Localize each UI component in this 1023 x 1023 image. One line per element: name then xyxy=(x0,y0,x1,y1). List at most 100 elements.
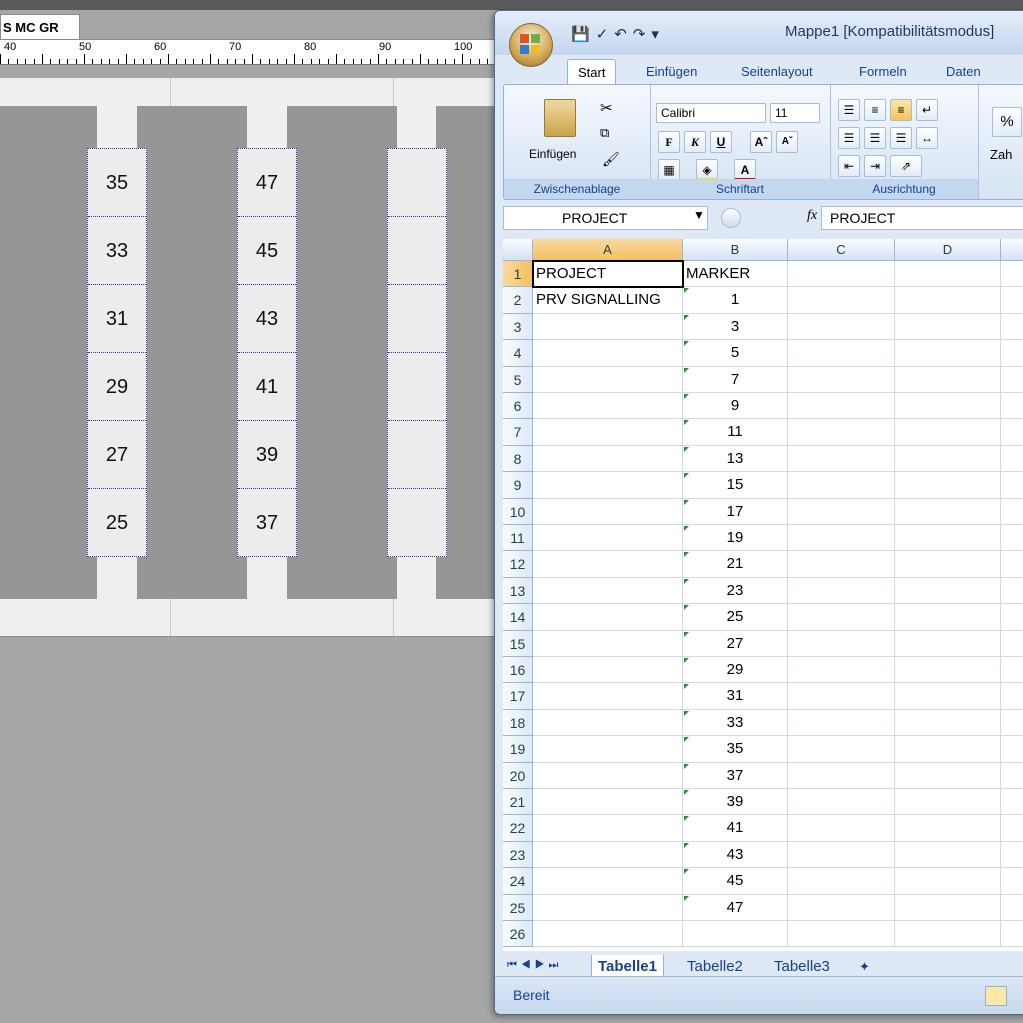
cell-c[interactable] xyxy=(788,419,895,446)
cell-b[interactable]: 9 xyxy=(683,393,788,420)
sheet-navigation-icon[interactable]: ⏮◀▶⏭ xyxy=(507,959,562,972)
cell-b[interactable]: 23 xyxy=(683,577,788,605)
cell-b[interactable]: 27 xyxy=(683,630,788,657)
cell-a[interactable] xyxy=(533,894,683,921)
cell-a[interactable] xyxy=(533,498,683,525)
cell-b[interactable] xyxy=(683,921,788,948)
cell-b[interactable]: 3 xyxy=(683,313,788,341)
orientation-icon[interactable]: ⇗ xyxy=(890,155,922,177)
row-header[interactable]: 8 xyxy=(503,445,533,473)
marker-strip[interactable] xyxy=(387,148,447,557)
row-header[interactable]: 20 xyxy=(503,762,533,789)
cut-icon[interactable]: ✂ xyxy=(600,99,613,117)
percent-button[interactable]: % xyxy=(992,107,1022,137)
cell-b[interactable]: 37 xyxy=(683,762,788,789)
cell-a[interactable] xyxy=(533,630,683,657)
column-header-d[interactable]: D xyxy=(895,239,1001,261)
cell-c[interactable] xyxy=(788,709,895,737)
marker-cell[interactable] xyxy=(388,285,446,353)
marker-cell[interactable] xyxy=(388,149,446,217)
row-header[interactable]: 4 xyxy=(503,340,533,367)
cell-e[interactable] xyxy=(1001,578,1023,605)
cell-c[interactable] xyxy=(788,445,895,473)
marker-cell[interactable] xyxy=(388,217,446,285)
cell-c[interactable] xyxy=(788,789,895,816)
marker-cell[interactable]: 33 xyxy=(88,217,146,285)
cell-e[interactable] xyxy=(1001,499,1023,525)
row-header[interactable]: 13 xyxy=(503,577,533,605)
row-header[interactable]: 16 xyxy=(503,657,533,684)
cell-b[interactable]: 21 xyxy=(683,551,788,578)
cell-e[interactable] xyxy=(1001,419,1023,446)
cell-e[interactable] xyxy=(1001,683,1023,710)
cell-c[interactable] xyxy=(788,868,895,895)
cell-a[interactable] xyxy=(533,472,683,499)
cell-c[interactable] xyxy=(788,261,895,288)
cell-c[interactable] xyxy=(788,340,895,367)
cell-e[interactable] xyxy=(1001,842,1023,869)
align-top-icon[interactable]: ☰ xyxy=(838,99,860,121)
cell-e[interactable] xyxy=(1001,525,1023,552)
align-center-icon[interactable]: ☰ xyxy=(864,127,886,149)
grow-font-icon[interactable]: Aˆ xyxy=(750,131,772,153)
cell-d[interactable] xyxy=(895,630,1001,657)
cell-e[interactable] xyxy=(1001,631,1023,657)
cell-b[interactable]: 29 xyxy=(683,657,788,684)
cell-e[interactable] xyxy=(1001,551,1023,578)
cell-a[interactable] xyxy=(533,419,683,446)
cell-e[interactable] xyxy=(1001,472,1023,499)
paste-button-label[interactable]: Einfügen xyxy=(529,147,576,161)
cell-a[interactable] xyxy=(533,815,683,842)
decrease-indent-icon[interactable]: ⇤ xyxy=(838,155,860,177)
cell-e[interactable] xyxy=(1001,446,1023,473)
marker-strip[interactable]: 47 45 43 41 39 37 xyxy=(237,148,297,557)
insert-function-icon[interactable]: fx xyxy=(807,208,817,224)
cell-c[interactable] xyxy=(788,498,895,525)
cell-b[interactable]: MARKER xyxy=(683,261,788,288)
cell-d[interactable] xyxy=(895,815,1001,842)
row-header[interactable]: 15 xyxy=(503,630,533,657)
cell-c[interactable] xyxy=(788,472,895,499)
cell-c[interactable] xyxy=(788,287,895,314)
cell-b[interactable]: 47 xyxy=(683,894,788,921)
cell-a[interactable]: PRV SIGNALLING xyxy=(533,287,683,314)
marker-strip[interactable]: 35 33 31 29 27 25 xyxy=(87,148,147,557)
cell-b[interactable]: 5 xyxy=(683,340,788,367)
cell-c[interactable] xyxy=(788,921,895,948)
merge-cells-icon[interactable]: ↔ xyxy=(916,127,938,149)
cell-a[interactable] xyxy=(533,366,683,393)
row-header[interactable]: 19 xyxy=(503,736,533,763)
cell-c[interactable] xyxy=(788,630,895,657)
cell-c[interactable] xyxy=(788,762,895,789)
row-header[interactable]: 1 xyxy=(503,261,533,288)
cell-c[interactable] xyxy=(788,841,895,869)
marker-cell[interactable]: 43 xyxy=(238,285,296,353)
marker-cell[interactable] xyxy=(388,421,446,489)
cell-d[interactable] xyxy=(895,366,1001,393)
cell-b[interactable]: 7 xyxy=(683,366,788,393)
cell-a[interactable] xyxy=(533,340,683,367)
cell-e[interactable] xyxy=(1001,815,1023,842)
marker-cell[interactable]: 37 xyxy=(238,489,296,557)
row-header[interactable]: 14 xyxy=(503,604,533,631)
cell-b[interactable]: 25 xyxy=(683,604,788,631)
row-header[interactable]: 25 xyxy=(503,894,533,921)
cell-a[interactable] xyxy=(533,313,683,341)
marker-cell[interactable]: 27 xyxy=(88,421,146,489)
cell-c[interactable] xyxy=(788,815,895,842)
customize-qat-icon[interactable]: ▾ xyxy=(651,26,665,43)
cell-d[interactable] xyxy=(895,868,1001,895)
cell-a[interactable] xyxy=(533,736,683,763)
cell-d[interactable] xyxy=(895,313,1001,341)
column-header-e[interactable] xyxy=(1001,239,1023,261)
fill-color-icon[interactable]: ◈ xyxy=(696,159,718,181)
row-header[interactable]: 6 xyxy=(503,393,533,420)
row-header[interactable]: 10 xyxy=(503,498,533,525)
cell-d[interactable] xyxy=(895,287,1001,314)
row-header[interactable]: 26 xyxy=(503,921,533,948)
cell-b[interactable]: 41 xyxy=(683,815,788,842)
wrap-text-icon[interactable]: ↵ xyxy=(916,99,938,121)
paste-icon[interactable] xyxy=(544,99,576,137)
cell-e[interactable] xyxy=(1001,604,1023,631)
cell-e[interactable] xyxy=(1001,895,1023,921)
